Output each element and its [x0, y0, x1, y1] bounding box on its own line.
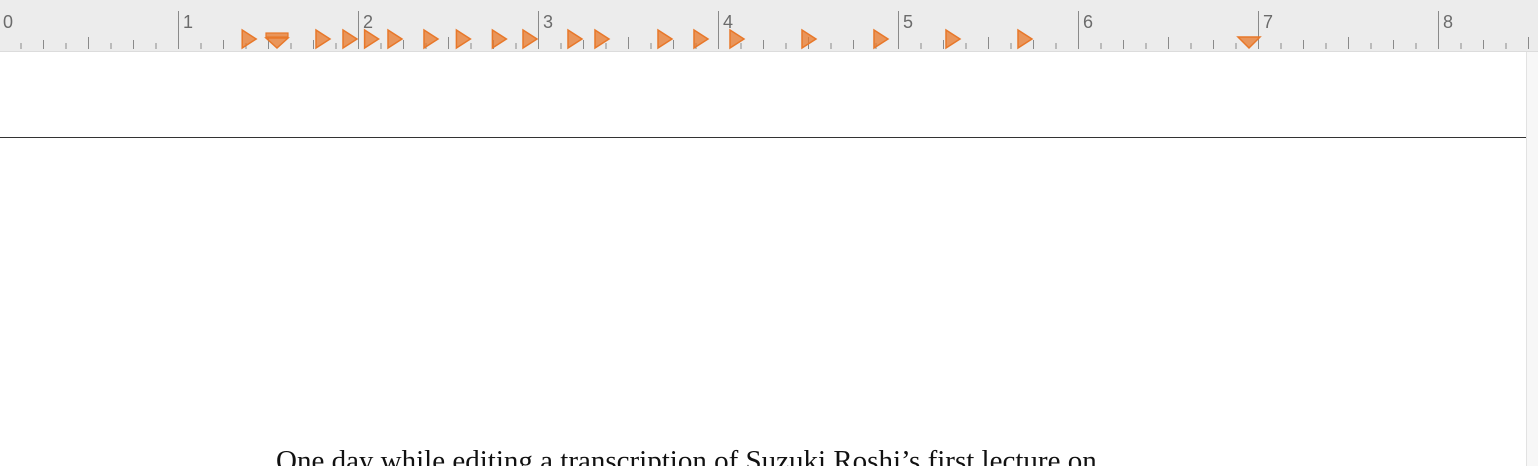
tab-stop-marker-icon[interactable] — [455, 28, 472, 50]
horizontal-ruler[interactable]: 0 1 2 3 4 5 6 7 8 — [0, 0, 1538, 52]
document-page[interactable]: One day while editing a transcription of… — [0, 52, 1526, 466]
tab-stop-marker-icon[interactable] — [522, 28, 539, 50]
tab-stop-marker-icon[interactable] — [363, 28, 380, 50]
ruler-number: 6 — [1083, 12, 1093, 32]
tab-stop-marker-icon[interactable] — [1017, 28, 1034, 50]
tab-stop-marker-icon[interactable] — [729, 28, 746, 50]
right-margin-marker-icon[interactable] — [1236, 36, 1262, 50]
tab-stop-marker-icon[interactable] — [567, 28, 584, 50]
tab-stop-marker-icon[interactable] — [423, 28, 440, 50]
tab-stop-marker-icon[interactable] — [491, 28, 508, 50]
tab-stop-marker-icon[interactable] — [387, 28, 404, 50]
tab-stop-marker-icon[interactable] — [594, 28, 611, 50]
ruler-number: 7 — [1263, 12, 1273, 32]
tab-stop-marker-icon[interactable] — [342, 28, 359, 50]
tab-stop-marker-icon[interactable] — [945, 28, 962, 50]
tab-stop-marker-icon[interactable] — [315, 28, 332, 50]
ruler-number: 4 — [723, 12, 733, 32]
body-paragraph[interactable]: One day while editing a transcription of… — [276, 444, 1097, 466]
indent-marker-icon[interactable] — [264, 32, 290, 50]
ruler-number: 2 — [363, 12, 373, 32]
ruler-number: 5 — [903, 12, 913, 32]
ruler-number: 8 — [1443, 12, 1453, 32]
ruler-number: 1 — [183, 12, 193, 32]
header-divider-line — [0, 137, 1526, 138]
tab-stop-marker-icon[interactable] — [241, 28, 258, 50]
tab-stop-marker-icon[interactable] — [693, 28, 710, 50]
tab-stop-marker-icon[interactable] — [873, 28, 890, 50]
ruler-number: 3 — [543, 12, 553, 32]
vertical-scrollbar[interactable] — [1526, 52, 1538, 466]
tab-stop-marker-icon[interactable] — [657, 28, 674, 50]
ruler-number: 0 — [3, 12, 13, 32]
ruler-scale[interactable]: 0 1 2 3 4 5 6 7 8 — [0, 0, 1538, 52]
